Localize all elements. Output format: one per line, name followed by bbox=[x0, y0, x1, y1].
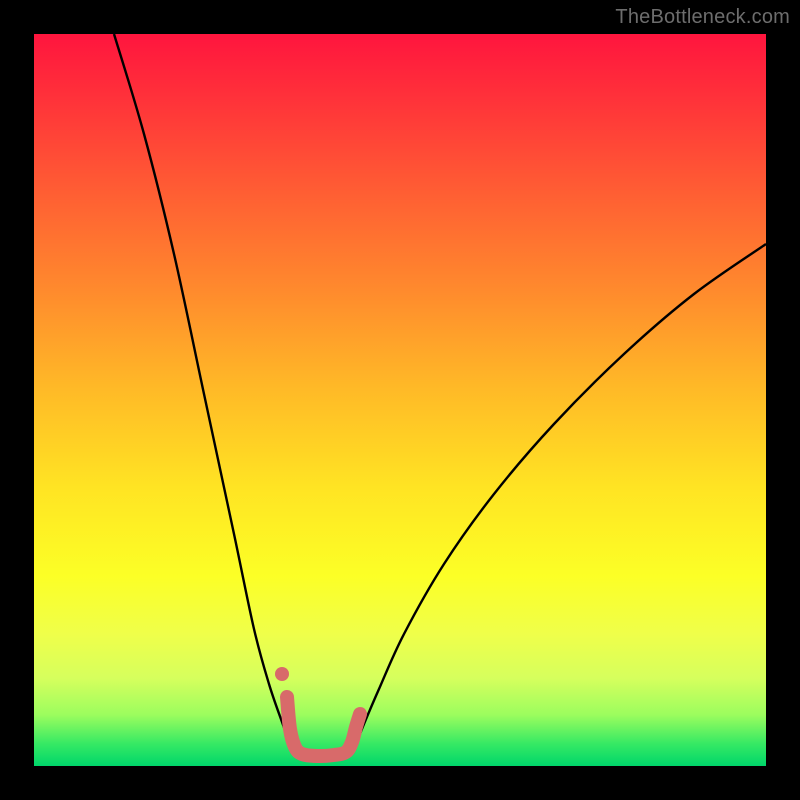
chart-frame: TheBottleneck.com bbox=[0, 0, 800, 800]
series-right-branch bbox=[356, 244, 766, 744]
chart-svg bbox=[34, 34, 766, 766]
series-bottom-overlay bbox=[287, 697, 360, 756]
series-left-branch bbox=[114, 34, 290, 744]
watermark-text: TheBottleneck.com bbox=[615, 6, 790, 29]
chart-plot-area bbox=[34, 34, 766, 766]
